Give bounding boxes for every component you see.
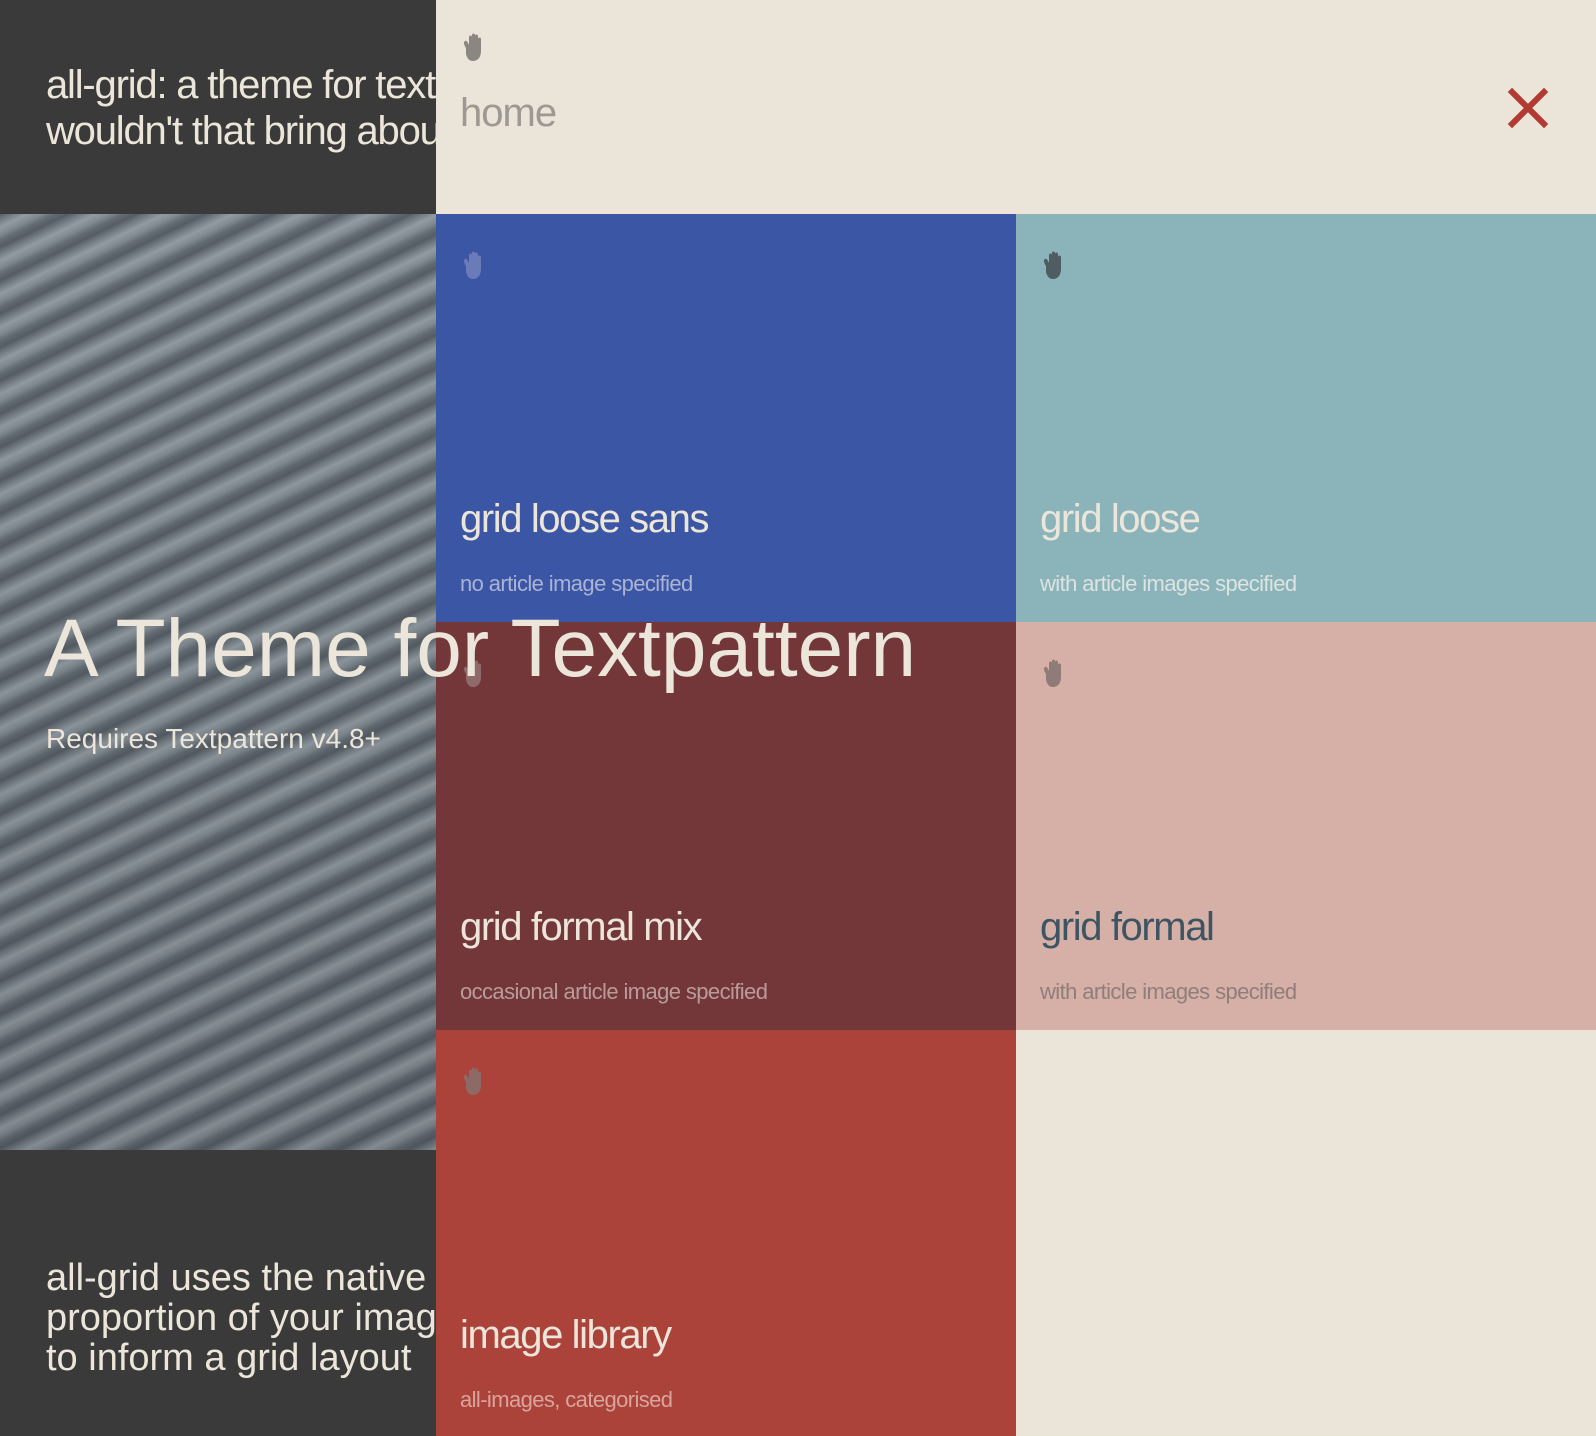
tile-subtitle: occasional article image specified [460, 979, 768, 1004]
tile-grid-loose[interactable]: grid loose with article images specified [1016, 214, 1596, 622]
hand-icon [460, 32, 488, 64]
nav-home-item[interactable]: home [436, 0, 1596, 214]
hero-title: A Theme for Textpattern [44, 603, 917, 694]
close-icon [1507, 87, 1549, 129]
hand-icon [460, 1066, 488, 1098]
tile-subtitle: with article images specified [1040, 571, 1297, 596]
tile-title: grid formal [1040, 905, 1215, 949]
tile-subtitle: no article image specified [460, 571, 693, 596]
tile-image-library[interactable]: image library all-images, categorised [436, 1030, 1016, 1436]
tile-grid-loose-sans[interactable]: grid loose sans no article image specifi… [436, 214, 1016, 622]
tile-title: image library [460, 1313, 672, 1357]
hand-icon [460, 250, 488, 282]
tile-title: grid formal mix [460, 905, 703, 949]
navigation-overlay: home grid loose sans no article image sp… [436, 0, 1596, 1436]
tile-grid-formal[interactable]: grid formal with article images specifie… [1016, 622, 1596, 1030]
close-button[interactable] [1504, 84, 1552, 132]
home-label: home [460, 91, 557, 135]
tile-title: grid loose [1040, 497, 1201, 541]
hand-icon [1040, 250, 1068, 282]
hero-subtitle: Requires Textpattern v4.8+ [46, 723, 381, 754]
tile-title: grid loose sans [460, 497, 709, 541]
tile-subtitle: with article images specified [1040, 979, 1297, 1004]
tile-subtitle: all-images, categorised [460, 1387, 673, 1412]
hand-icon [1040, 658, 1068, 690]
